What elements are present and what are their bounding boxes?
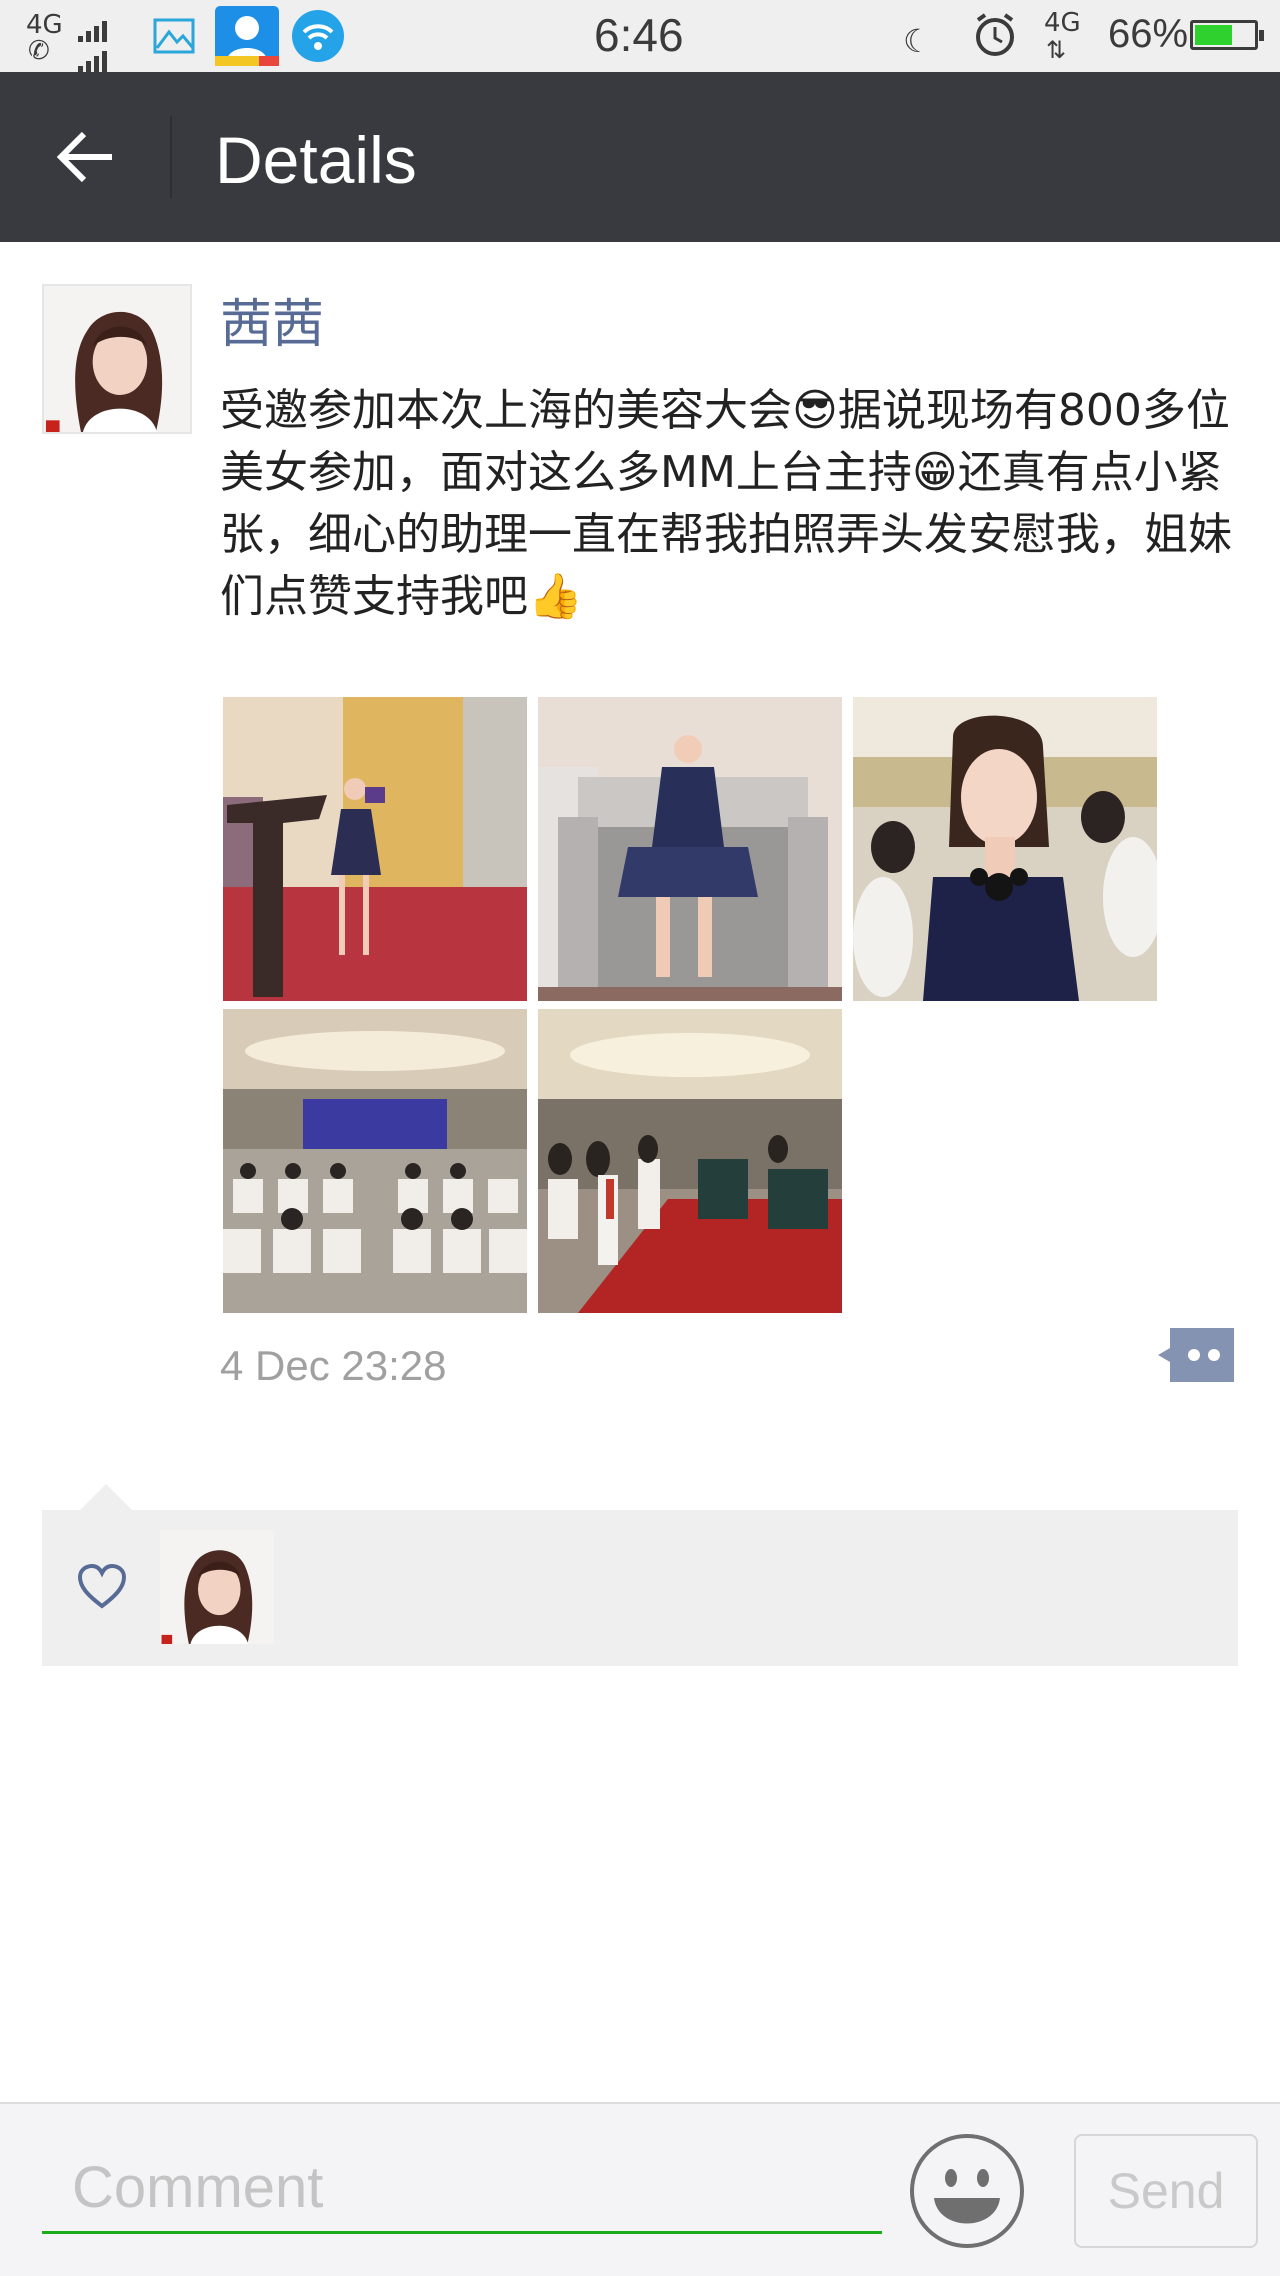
comment-input[interactable] bbox=[42, 2144, 882, 2234]
page-title: Details bbox=[215, 123, 417, 197]
mobile-data-label: 4G bbox=[1044, 8, 1081, 38]
likes-section bbox=[42, 1484, 1238, 1666]
liker-avatar[interactable] bbox=[160, 1530, 274, 1644]
smiley-icon bbox=[910, 2134, 1024, 2248]
app-bar: Details bbox=[0, 72, 1280, 242]
emoji-button[interactable] bbox=[908, 2132, 1026, 2250]
send-button[interactable]: Send bbox=[1074, 2134, 1258, 2248]
alarm-clock-icon bbox=[976, 13, 1014, 56]
arrow-left-icon bbox=[56, 131, 112, 183]
likes-pointer bbox=[80, 1484, 132, 1510]
heart-outline-icon bbox=[77, 1563, 127, 1609]
post-photo[interactable] bbox=[538, 1009, 842, 1313]
clock-time: 6:46 bbox=[594, 9, 684, 61]
call-icon: ✆ bbox=[28, 36, 50, 66]
post-timestamp: 4 Dec 23:28 bbox=[220, 1342, 447, 1389]
status-bar: 4G ✆ 6:46 ☾ 4G ⇅ 66% bbox=[0, 0, 1280, 72]
battery-percent: 66% bbox=[1108, 12, 1189, 56]
post-photo[interactable] bbox=[538, 697, 842, 1001]
comment-dots-icon[interactable] bbox=[1156, 1326, 1238, 1384]
comment-bar: Send bbox=[0, 2102, 1280, 2276]
post-photo[interactable] bbox=[853, 697, 1157, 1001]
contacts-app-icon bbox=[215, 6, 279, 66]
back-button[interactable] bbox=[36, 112, 136, 202]
author-avatar[interactable] bbox=[42, 284, 192, 434]
post-text: 受邀参加本次上海的美容大会😎据说现场有800多位美女参加，面对这么多MM上台主持… bbox=[220, 385, 1232, 622]
do-not-disturb-moon-icon: ☾ bbox=[903, 22, 932, 60]
photo-grid bbox=[223, 697, 1158, 1313]
header-divider bbox=[170, 116, 172, 198]
battery-icon bbox=[1190, 20, 1264, 50]
author-name-link[interactable]: 茜茜 bbox=[220, 282, 324, 357]
gallery-icon bbox=[153, 18, 195, 54]
post-photo[interactable] bbox=[223, 1009, 527, 1313]
post-photo[interactable] bbox=[223, 697, 527, 1001]
mobile-data-icon: 4G ⇅ bbox=[1044, 8, 1081, 64]
wifi-icon bbox=[292, 10, 344, 62]
cellular-signal-icon: 4G ✆ bbox=[22, 6, 134, 72]
